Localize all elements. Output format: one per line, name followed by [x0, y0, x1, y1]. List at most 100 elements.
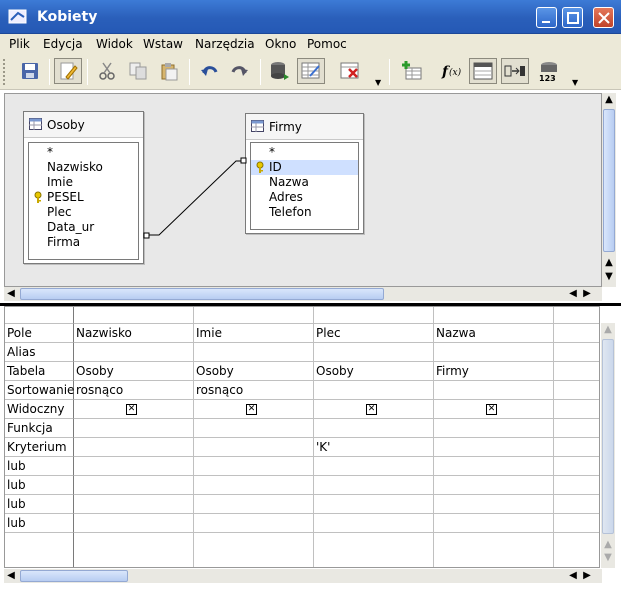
menu-pomoc[interactable]: Pomoc [307, 37, 347, 51]
grid-cell-lub[interactable] [194, 476, 314, 495]
scrollbar-thumb[interactable] [20, 288, 384, 300]
edit-button[interactable] [54, 58, 82, 84]
grid-cell-kryterium[interactable] [554, 438, 599, 457]
alias-button[interactable] [501, 58, 529, 84]
grid-cell-alias[interactable] [74, 343, 194, 362]
grid-cell-tabela[interactable] [554, 362, 599, 381]
menu-plik[interactable]: Plik [9, 37, 30, 51]
grid-cell-pole[interactable]: Plec [314, 324, 434, 343]
grid-cell-tabela[interactable]: Firmy [434, 362, 554, 381]
grid-cell-lub[interactable] [434, 476, 554, 495]
grid-cell-lub[interactable] [554, 457, 599, 476]
table-name-button[interactable] [469, 58, 497, 84]
grid-cell-alias[interactable] [434, 343, 554, 362]
relation-line[interactable] [5, 94, 603, 288]
grid-cell-funkcja[interactable] [194, 419, 314, 438]
visible-checkbox[interactable]: ✕ [126, 404, 137, 415]
scroll-right-arrow-icon[interactable]: ▶ [582, 288, 592, 300]
grid-cell-alias[interactable] [314, 343, 434, 362]
column-selector[interactable] [554, 307, 599, 324]
grid-cell-lub[interactable] [314, 495, 434, 514]
design-vertical-scrollbar[interactable]: ▲ ▲ ▼ [602, 93, 616, 287]
menu-okno[interactable]: Okno [265, 37, 296, 51]
close-button[interactable] [593, 7, 614, 28]
query-design-grid[interactable]: Pole Alias Tabela Sortowanie Widoczny Fu… [4, 306, 600, 568]
grid-cell-pole[interactable]: Nazwa [434, 324, 554, 343]
grid-cell-lub[interactable] [314, 514, 434, 533]
scroll-up-arrow-icon[interactable]: ▲ [603, 257, 615, 269]
menu-narzedzia[interactable]: Narzędzia [195, 37, 255, 51]
grid-cell-tabela[interactable]: Osoby [74, 362, 194, 381]
grid-cell-widoczny[interactable] [554, 400, 599, 419]
scroll-up-arrow-icon[interactable]: ▲ [602, 324, 614, 336]
grid-cell-kryterium[interactable] [194, 438, 314, 457]
visible-checkbox-cell[interactable]: ✕ [314, 400, 434, 419]
grid-cell-sortowanie[interactable]: rosnąco [194, 381, 314, 400]
clear-query-button[interactable] [297, 58, 325, 84]
grid-cell-lub[interactable] [74, 495, 194, 514]
menu-edycja[interactable]: Edycja [43, 37, 83, 51]
grid-vertical-scrollbar[interactable]: ▲ ▲ ▼ [601, 323, 615, 568]
grid-cell-sortowanie[interactable] [434, 381, 554, 400]
grid-cell-pole[interactable]: Nazwisko [74, 324, 194, 343]
copy-button[interactable] [124, 58, 152, 84]
run-query-button[interactable] [265, 58, 293, 84]
delete-button[interactable] [336, 58, 364, 84]
scroll-down-arrow-icon[interactable]: ▼ [603, 271, 615, 283]
grid-cell-lub[interactable] [194, 495, 314, 514]
save-button[interactable] [16, 58, 44, 84]
grid-cell-kryterium[interactable] [434, 438, 554, 457]
scroll-left-arrow-icon[interactable]: ◀ [568, 288, 578, 300]
functions-button[interactable]: f (x) [437, 58, 465, 84]
scroll-left-arrow-icon[interactable]: ◀ [6, 570, 16, 582]
visible-checkbox[interactable]: ✕ [366, 404, 377, 415]
grid-horizontal-scrollbar[interactable]: ◀ ◀ ▶ [4, 569, 602, 583]
grid-cell-sortowanie[interactable] [554, 381, 599, 400]
grid-cell-lub[interactable] [74, 476, 194, 495]
grid-cell-funkcja[interactable] [74, 419, 194, 438]
visible-checkbox-cell[interactable]: ✕ [434, 400, 554, 419]
grid-cell-pole[interactable]: Imie [194, 324, 314, 343]
visible-checkbox[interactable]: ✕ [246, 404, 257, 415]
column-selector[interactable] [314, 307, 434, 324]
column-selector[interactable] [434, 307, 554, 324]
grid-cell-kryterium[interactable] [74, 438, 194, 457]
menu-widok[interactable]: Widok [96, 37, 133, 51]
grid-cell-funkcja[interactable] [314, 419, 434, 438]
grid-cell-lub[interactable] [74, 514, 194, 533]
scroll-right-arrow-icon[interactable]: ▶ [582, 570, 592, 582]
toolbar-handle[interactable] [3, 59, 6, 85]
grid-cell-lub[interactable] [194, 514, 314, 533]
grid-cell-sortowanie[interactable]: rosnąco [74, 381, 194, 400]
cut-button[interactable] [93, 58, 121, 84]
scroll-left-arrow-icon[interactable]: ◀ [6, 288, 16, 300]
grid-cell-tabela[interactable]: Osoby [314, 362, 434, 381]
distinct-values-button[interactable]: 123 [535, 58, 563, 84]
minimize-button[interactable] [536, 7, 557, 28]
grid-cell-lub[interactable] [74, 457, 194, 476]
grid-cell-alias[interactable] [554, 343, 599, 362]
visible-checkbox[interactable]: ✕ [486, 404, 497, 415]
menu-wstaw[interactable]: Wstaw [143, 37, 183, 51]
scrollbar-thumb[interactable] [603, 109, 615, 252]
grid-cell-funkcja[interactable] [554, 419, 599, 438]
grid-cell-lub[interactable] [434, 457, 554, 476]
visible-checkbox-cell[interactable]: ✕ [74, 400, 194, 419]
undo-button[interactable] [195, 58, 223, 84]
grid-cell-alias[interactable] [194, 343, 314, 362]
column-selector[interactable] [194, 307, 314, 324]
grid-cell-lub[interactable] [434, 495, 554, 514]
scroll-left-arrow-icon[interactable]: ◀ [568, 570, 578, 582]
redo-button[interactable] [226, 58, 254, 84]
grid-cell-funkcja[interactable] [434, 419, 554, 438]
grid-cell-sortowanie[interactable] [314, 381, 434, 400]
grid-cell-lub[interactable] [554, 514, 599, 533]
grid-cell-lub[interactable] [434, 514, 554, 533]
scroll-up-arrow-icon[interactable]: ▲ [602, 539, 614, 551]
maximize-button[interactable] [562, 7, 583, 28]
scrollbar-thumb[interactable] [20, 570, 128, 582]
scrollbar-thumb[interactable] [602, 339, 614, 534]
add-table-button[interactable] [398, 58, 426, 84]
grid-cell-kryterium[interactable]: 'K' [314, 438, 434, 457]
grid-cell-pole[interactable] [554, 324, 599, 343]
